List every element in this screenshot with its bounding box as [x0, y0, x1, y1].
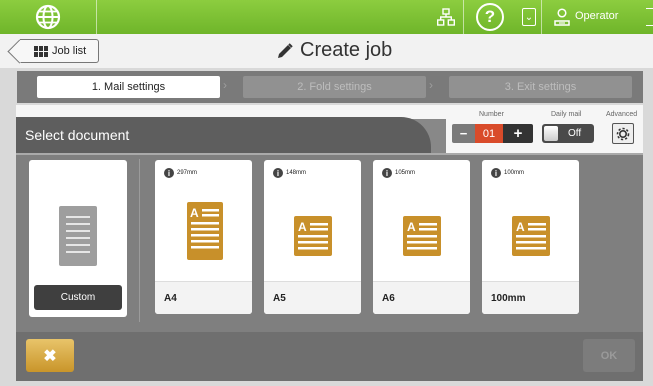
network-icon — [437, 8, 455, 26]
svg-text:A: A — [298, 220, 307, 234]
divider — [139, 159, 140, 322]
svg-text:A: A — [516, 220, 525, 234]
number-stepper[interactable]: − 01 + — [452, 124, 533, 143]
footer — [0, 332, 653, 386]
card-footer: A4 — [155, 281, 252, 314]
step-fold-settings[interactable]: 2. Fold settings — [243, 76, 426, 98]
header: Job list Create job — [0, 34, 653, 68]
document-icon: A — [294, 216, 332, 256]
chevron-right-icon: › — [223, 78, 227, 92]
operator-icon[interactable] — [554, 8, 570, 26]
top-bar: ? ⌄ Operator — [0, 0, 653, 34]
document-name: A4 — [164, 293, 177, 304]
document-card-a4[interactable]: i 297mm A A4 — [155, 160, 252, 314]
document-icon — [59, 206, 97, 266]
document-icon: A — [187, 202, 223, 260]
card-footer: 100mm — [482, 281, 579, 314]
job-list-button[interactable]: Job list — [20, 39, 99, 63]
info-icon: i — [164, 168, 174, 178]
controls-panel: Number − 01 + Daily mail Off Advanced — [446, 105, 643, 153]
advanced-label: Advanced — [606, 111, 638, 118]
page-title: Create job — [276, 39, 392, 62]
document-card-a5[interactable]: i 148mm A A5 — [264, 160, 361, 314]
document-icon: A — [512, 216, 550, 256]
svg-text:A: A — [190, 206, 199, 220]
operator-menu-chevron-icon[interactable] — [646, 8, 653, 26]
step-mail-settings[interactable]: 1. Mail settings — [37, 76, 220, 98]
advanced-settings-button[interactable] — [612, 123, 634, 144]
toggle-knob — [544, 126, 558, 141]
daily-mail-label: Daily mail — [551, 111, 582, 118]
custom-document-button[interactable]: Custom — [34, 285, 122, 310]
document-list: Custom i 297mm A A4 i 148mm A A5 i 105mm A … — [16, 153, 643, 332]
grid-icon — [34, 45, 48, 57]
footer-bar — [16, 332, 643, 381]
gear-icon — [616, 127, 630, 140]
pencil-icon — [278, 42, 293, 58]
job-list-label: Job list — [52, 45, 87, 57]
decrement-button[interactable]: − — [452, 124, 475, 143]
section-title: Select document — [25, 127, 130, 143]
divider — [541, 0, 542, 34]
chevron-right-icon: › — [429, 78, 433, 92]
size-info: i 100mm — [491, 168, 524, 178]
size-info: i 148mm — [273, 168, 306, 178]
info-icon: i — [273, 168, 283, 178]
document-icon: A — [403, 216, 441, 256]
svg-text:A: A — [407, 220, 416, 234]
size-info: i 105mm — [382, 168, 415, 178]
operator-label[interactable]: Operator — [575, 10, 618, 22]
globe-icon[interactable] — [26, 2, 70, 32]
page-title-text: Create job — [300, 39, 393, 61]
increment-button[interactable]: + — [503, 124, 533, 143]
divider — [463, 0, 464, 34]
number-value: 01 — [475, 124, 503, 143]
help-icon[interactable]: ? — [476, 3, 504, 31]
daily-mail-state: Off — [568, 128, 582, 139]
info-icon: i — [382, 168, 392, 178]
document-name: A6 — [382, 293, 395, 304]
card-footer: A6 — [373, 281, 470, 314]
main-panel: Select document Number − 01 + Daily mail… — [16, 105, 643, 332]
info-icon: i — [491, 168, 501, 178]
size-info: i 297mm — [164, 168, 197, 178]
document-card-100mm[interactable]: i 100mm A 100mm — [482, 160, 579, 314]
ok-button[interactable]: OK — [583, 339, 635, 372]
main-header: Select document Number − 01 + Daily mail… — [16, 105, 643, 153]
cancel-button[interactable]: ✖ — [26, 339, 74, 372]
document-card-custom[interactable]: Custom — [29, 160, 127, 317]
help-menu-chevron-icon[interactable]: ⌄ — [522, 8, 536, 26]
document-name: A5 — [273, 293, 286, 304]
close-icon: ✖ — [43, 347, 57, 365]
step-bar: 1. Mail settings › 2. Fold settings › 3.… — [17, 71, 643, 103]
card-footer: A5 — [264, 281, 361, 314]
document-card-a6[interactable]: i 105mm A A6 — [373, 160, 470, 314]
divider — [96, 0, 97, 34]
document-name: 100mm — [491, 293, 526, 304]
daily-mail-toggle[interactable]: Off — [542, 124, 594, 143]
step-exit-settings[interactable]: 3. Exit settings — [449, 76, 632, 98]
number-label: Number — [479, 111, 504, 118]
